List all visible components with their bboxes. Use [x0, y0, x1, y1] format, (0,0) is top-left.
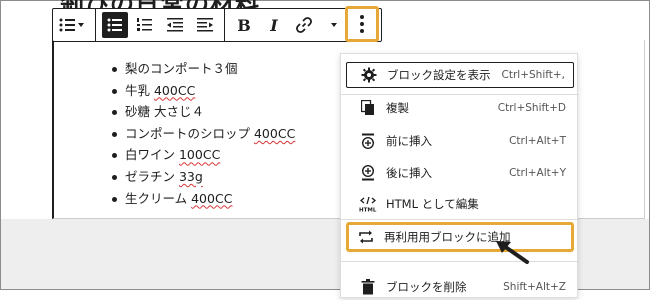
duplicate-icon: [358, 98, 378, 118]
ingredient-list[interactable]: 梨のコンポート３個 牛乳 400CC 砂糖 大さじ４ コンポートのシロップ 40…: [111, 58, 296, 210]
more-formatting-button[interactable]: [321, 12, 347, 38]
pointer-arrow-icon: [496, 241, 529, 264]
toolbar-separator: [224, 8, 225, 42]
menu-item-label: ブロック設定を表示: [387, 68, 491, 82]
menu-divider: [341, 261, 579, 262]
ordered-list-icon: [137, 18, 152, 31]
list-style-icon: [59, 18, 84, 32]
list-item[interactable]: 牛乳 400CC: [111, 80, 295, 102]
outdent-icon: [167, 18, 183, 32]
ordered-list-button[interactable]: [132, 12, 158, 38]
spellcheck-marked-text: 400CC: [191, 190, 233, 206]
block-options-menu: ブロック設定を表示 Ctrl+Shift+, 複製 Ctrl+Shift+D 前…: [340, 53, 579, 300]
svg-text:HTML: HTML: [359, 208, 377, 213]
list-item[interactable]: ゼラチン 33g: [111, 166, 295, 188]
menu-divider: [341, 219, 579, 220]
menu-item-label: 複製: [386, 101, 409, 115]
insert-before-icon: [358, 131, 378, 151]
menu-item-shortcut: Ctrl+Shift+D: [497, 102, 566, 114]
menu-item-shortcut: Ctrl+Alt+T: [509, 135, 566, 147]
toolbar-separator: [95, 8, 96, 42]
menu-item-insert-before[interactable]: 前に挿入 Ctrl+Alt+T: [346, 128, 574, 154]
menu-item-duplicate[interactable]: 複製 Ctrl+Shift+D: [346, 95, 574, 121]
list-style-button[interactable]: [55, 12, 89, 38]
menu-item-edit-as-html[interactable]: HTML HTML として編集: [346, 191, 574, 217]
menu-item-shortcut: Shift+Alt+Z: [503, 281, 566, 293]
list-item[interactable]: 白ワイン 100CC: [111, 144, 295, 166]
menu-item-label: ブロックを削除: [386, 280, 467, 294]
menu-item-add-to-reusable-blocks[interactable]: 再利用用ブロックに追加: [346, 222, 574, 252]
menu-item-remove-block[interactable]: ブロックを削除 Shift+Alt+Z: [346, 274, 574, 300]
block-toolbar: B I: [52, 8, 382, 42]
list-item[interactable]: 梨のコンポート３個: [111, 58, 295, 80]
list-item[interactable]: 砂糖 大さじ４: [111, 101, 295, 123]
gear-icon: [359, 65, 379, 85]
indent-icon: [197, 18, 213, 32]
indent-button[interactable]: [192, 12, 218, 38]
menu-item-shortcut: Ctrl+Shift+,: [501, 69, 565, 81]
italic-button[interactable]: I: [261, 12, 287, 38]
menu-item-shortcut: Ctrl+Alt+Y: [509, 167, 566, 179]
more-options-icon: [360, 15, 364, 33]
spellcheck-marked-text: 33g: [178, 168, 203, 184]
list-item[interactable]: コンポートのシロップ 400CC: [111, 123, 296, 145]
link-icon: [296, 17, 312, 33]
menu-item-label: 後に挿入: [386, 166, 432, 180]
bold-label: B: [237, 15, 251, 35]
italic-label: I: [270, 15, 278, 35]
unordered-list-button[interactable]: [102, 12, 128, 38]
menu-item-insert-after[interactable]: 後に挿入 Ctrl+Alt+Y: [346, 160, 574, 186]
outdent-button[interactable]: [162, 12, 188, 38]
more-options-button[interactable]: [345, 6, 379, 42]
bold-button[interactable]: B: [231, 12, 257, 38]
html-icon: HTML: [358, 194, 378, 214]
chevron-down-icon: [331, 23, 337, 27]
menu-item-label: 前に挿入: [386, 134, 432, 148]
unordered-list-icon: [107, 18, 122, 32]
spellcheck-marked-text: 100CC: [178, 147, 221, 163]
menu-item-label: HTML として編集: [386, 197, 479, 211]
list-item[interactable]: 生クリーム 400CC: [111, 188, 295, 210]
spellcheck-marked-text: 400CC: [153, 82, 196, 98]
menu-item-show-block-settings[interactable]: ブロック設定を表示 Ctrl+Shift+,: [346, 62, 574, 88]
trash-icon: [358, 277, 378, 297]
spellcheck-marked-text: 400CC: [253, 125, 296, 141]
reusable-block-icon: [356, 227, 376, 247]
insert-after-icon: [358, 163, 378, 183]
link-button[interactable]: [291, 12, 317, 38]
menu-item-label: 再利用用ブロックに追加: [384, 230, 511, 244]
